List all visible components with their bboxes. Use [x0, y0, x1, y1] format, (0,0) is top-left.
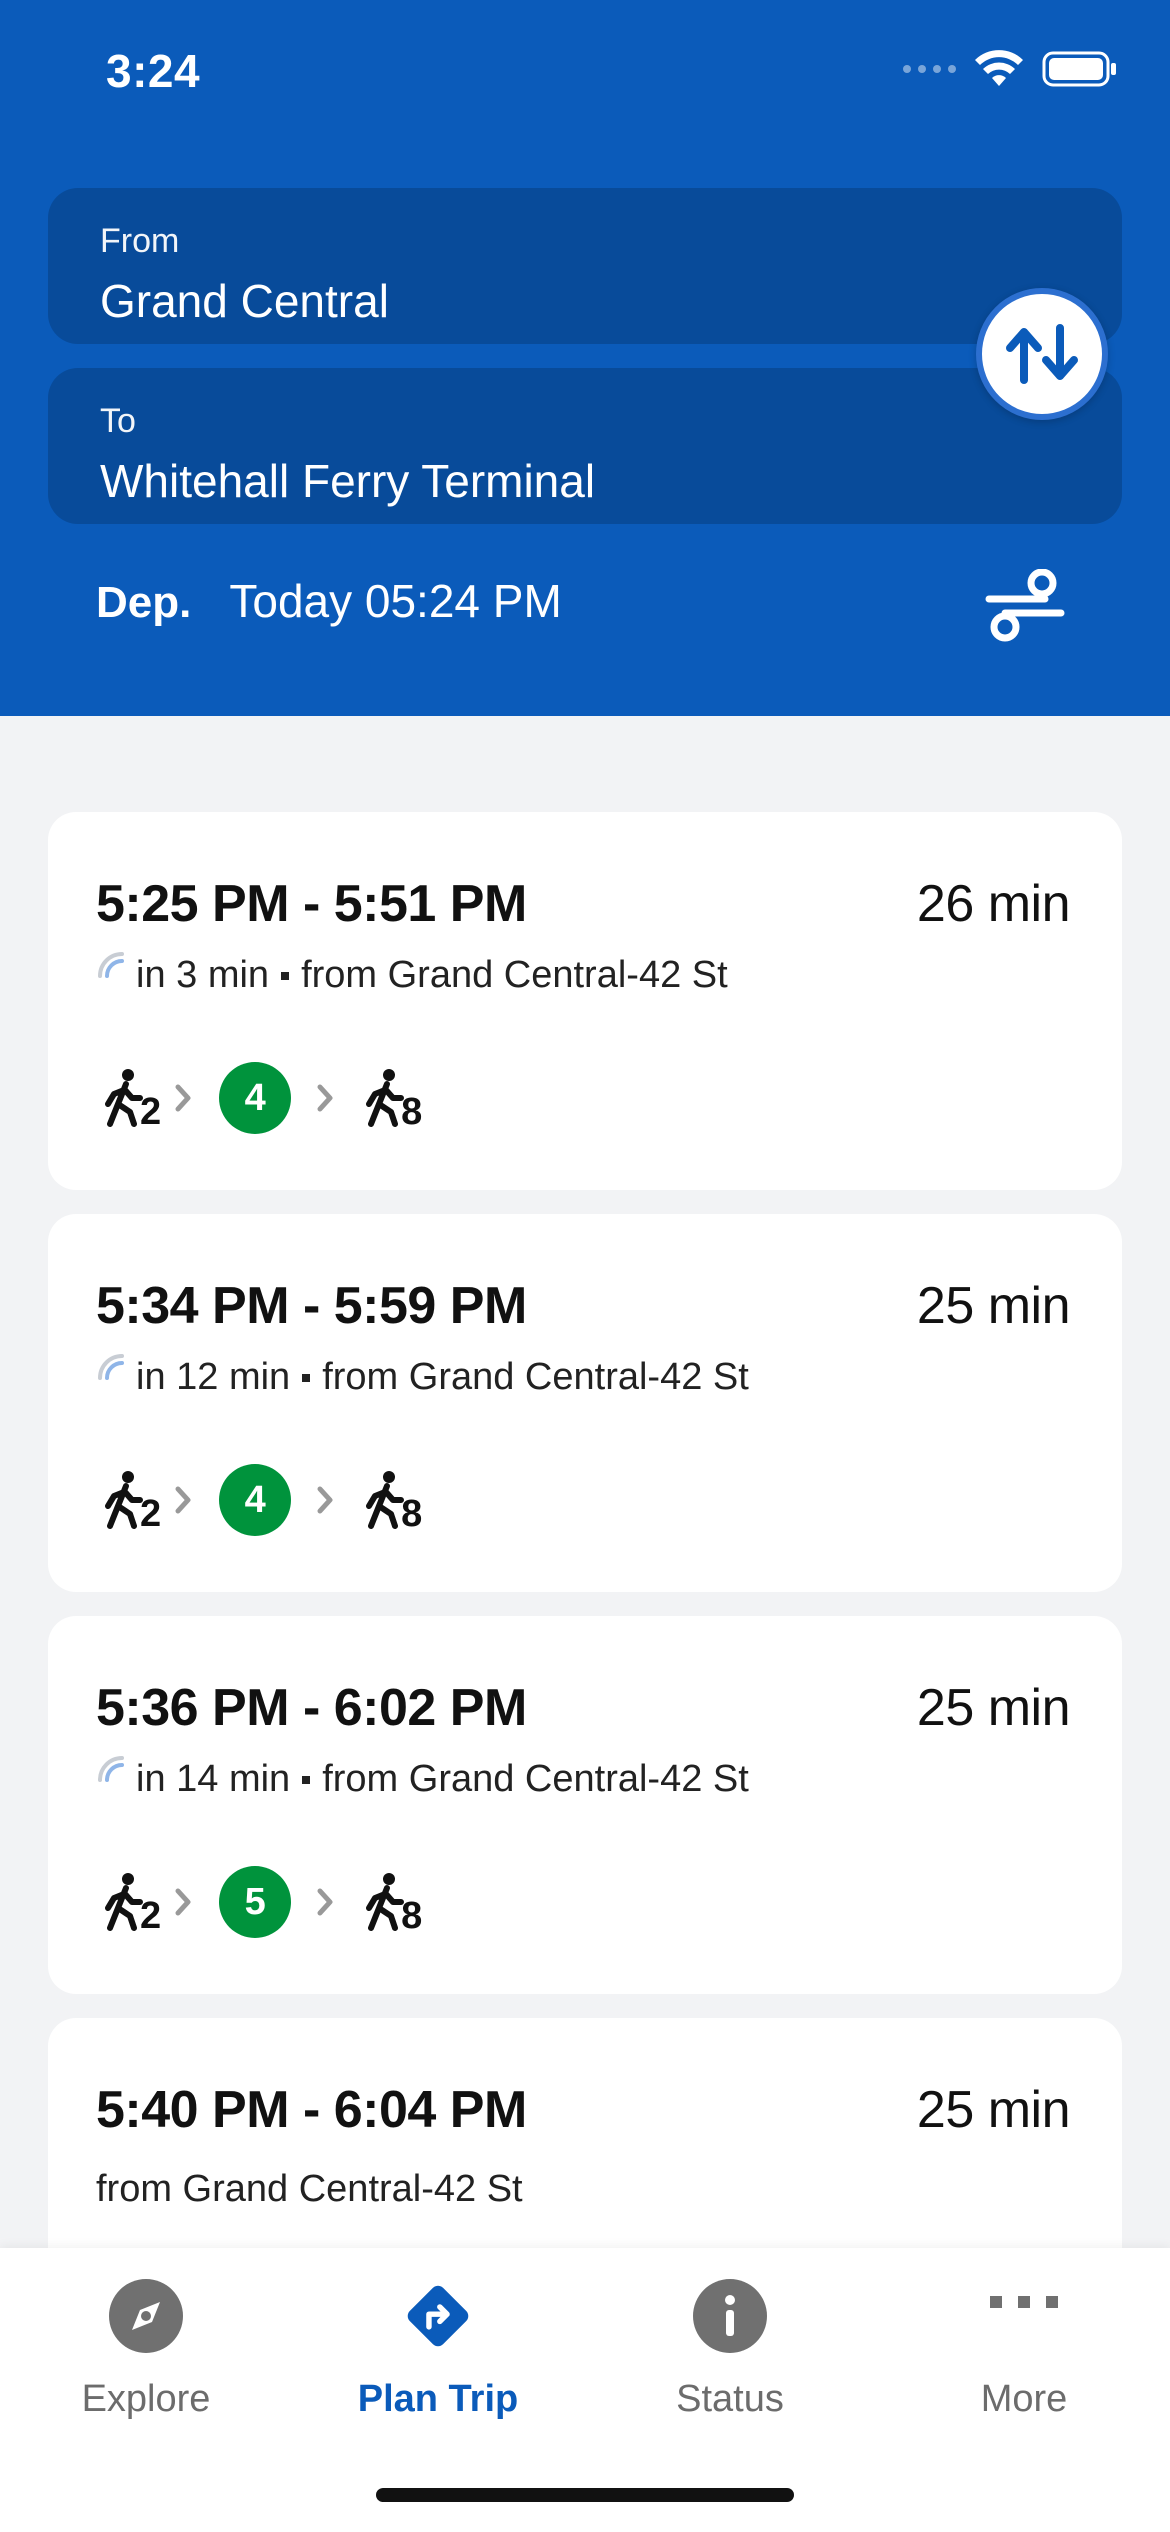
to-field[interactable]: To Whitehall Ferry Terminal: [48, 368, 1122, 524]
trip-result-card[interactable]: 5:25 PM - 5:51 PM 26 min in 3 min from G…: [48, 812, 1122, 1190]
home-indicator: [376, 2488, 794, 2502]
status-bar: 3:24: [0, 0, 1170, 150]
swap-arrows-icon: [1006, 324, 1078, 384]
wifi-icon: [975, 50, 1023, 86]
trip-origin: from Grand Central-42 St: [301, 954, 728, 996]
realtime-signal-icon: [98, 1755, 124, 1782]
chevron-right-icon: [317, 1084, 333, 1112]
chevron-right-icon: [317, 1888, 333, 1916]
trip-duration: 25 min: [916, 2081, 1071, 2139]
trip-legs: 2 4 8: [100, 1062, 422, 1134]
walk-leg-end: 8: [361, 1068, 422, 1133]
walk-leg-start: 2: [100, 1068, 161, 1133]
trip-result-card[interactable]: 5:34 PM - 5:59 PM 25 min in 12 min from …: [48, 1214, 1122, 1592]
more-icon: [990, 2296, 1058, 2308]
trip-times: 5:36 PM - 6:02 PM: [96, 1679, 527, 1737]
walk-start-minutes: 2: [140, 1493, 162, 1535]
tab-label: Explore: [81, 2378, 211, 2420]
tab-explore[interactable]: Explore: [16, 2278, 276, 2421]
to-label: To: [100, 402, 136, 440]
tab-status[interactable]: Status: [600, 2278, 860, 2421]
chevron-right-icon: [175, 1084, 191, 1112]
walk-leg-end: 8: [361, 1872, 422, 1937]
walk-start-minutes: 2: [140, 1091, 162, 1133]
walking-person-icon: [366, 1471, 405, 1529]
trip-origin: from Grand Central-42 St: [96, 2168, 523, 2210]
compass-icon: [109, 2279, 183, 2353]
subway-route-badge: 4: [219, 1464, 292, 1536]
walking-person-icon: [366, 1873, 405, 1931]
trip-duration: 25 min: [916, 1277, 1071, 1335]
chevron-right-icon: [317, 1486, 333, 1514]
from-value: Grand Central: [100, 275, 389, 327]
status-icons: [903, 50, 1118, 88]
departure-row[interactable]: Dep. Today 05:24 PM: [96, 574, 562, 628]
trip-options-button[interactable]: [980, 562, 1070, 652]
swap-locations-button[interactable]: [976, 288, 1108, 420]
tab-label: More: [980, 2378, 1068, 2420]
walking-person-icon: [366, 1069, 405, 1127]
walk-end-minutes: 8: [401, 1091, 423, 1133]
walk-start-minutes: 2: [140, 1895, 162, 1937]
trip-departure-info: in 3 min from Grand Central-42 St: [96, 951, 728, 997]
from-field[interactable]: From Grand Central: [48, 188, 1122, 344]
tab-label: Status: [676, 2378, 784, 2420]
chevron-right-icon: [175, 1888, 191, 1916]
status-time: 3:24: [106, 45, 201, 97]
walking-person-icon: [105, 1873, 143, 1931]
trip-times: 5:40 PM - 6:04 PM: [96, 2081, 527, 2139]
walk-leg-start: 2: [100, 1470, 161, 1535]
trip-departure-info: in 14 min from Grand Central-42 St: [96, 1755, 749, 1801]
separator-dot: [302, 1775, 311, 1784]
walk-end-minutes: 8: [401, 1895, 423, 1937]
tab-label: Plan Trip: [357, 2378, 519, 2420]
subway-route-badge: 5: [219, 1866, 292, 1938]
realtime-signal-icon: [98, 1353, 124, 1380]
walk-leg-end: 8: [361, 1470, 422, 1535]
tab-plan-trip[interactable]: Plan Trip: [308, 2278, 568, 2421]
trip-legs: 2 5 8: [100, 1866, 422, 1938]
separator-dot: [302, 1373, 311, 1382]
trip-departure-info: from Grand Central-42 St: [96, 2168, 523, 2211]
trip-result-card[interactable]: 5:36 PM - 6:02 PM 25 min in 14 min from …: [48, 1616, 1122, 1994]
to-value: Whitehall Ferry Terminal: [100, 455, 596, 507]
walking-person-icon: [105, 1471, 143, 1529]
trip-origin: from Grand Central-42 St: [322, 1758, 749, 1800]
cellular-signal-icon: [903, 65, 956, 73]
tab-more[interactable]: More: [894, 2278, 1154, 2421]
realtime-signal-icon: [98, 951, 124, 978]
info-icon: [693, 2279, 767, 2353]
trip-header: 3:24 From Grand Central To Whitehall Fer…: [0, 0, 1170, 716]
walking-person-icon: [105, 1069, 143, 1127]
trip-departure-info: in 12 min from Grand Central-42 St: [96, 1353, 749, 1399]
trip-duration: 25 min: [916, 1679, 1071, 1737]
departure-label: Dep.: [96, 578, 192, 627]
battery-icon: [1042, 51, 1116, 87]
separator-dot: [281, 971, 290, 980]
trip-duration: 26 min: [916, 875, 1071, 933]
walk-end-minutes: 8: [401, 1493, 423, 1535]
walk-leg-start: 2: [100, 1872, 161, 1937]
trip-origin: from Grand Central-42 St: [322, 1356, 749, 1398]
from-label: From: [100, 222, 180, 260]
trip-legs: 2 4 8: [100, 1464, 422, 1536]
trip-eta: in 3 min: [136, 954, 270, 996]
trip-eta: in 12 min: [136, 1356, 291, 1398]
departure-time[interactable]: Today 05:24 PM: [229, 574, 561, 628]
options-sliders-icon: [985, 569, 1065, 642]
trip-times: 5:34 PM - 5:59 PM: [96, 1277, 527, 1335]
trip-times: 5:25 PM - 5:51 PM: [96, 875, 527, 933]
chevron-right-icon: [175, 1486, 191, 1514]
subway-route-badge: 4: [219, 1062, 292, 1134]
trip-eta: in 14 min: [136, 1758, 291, 1800]
directions-icon: [407, 2285, 469, 2347]
